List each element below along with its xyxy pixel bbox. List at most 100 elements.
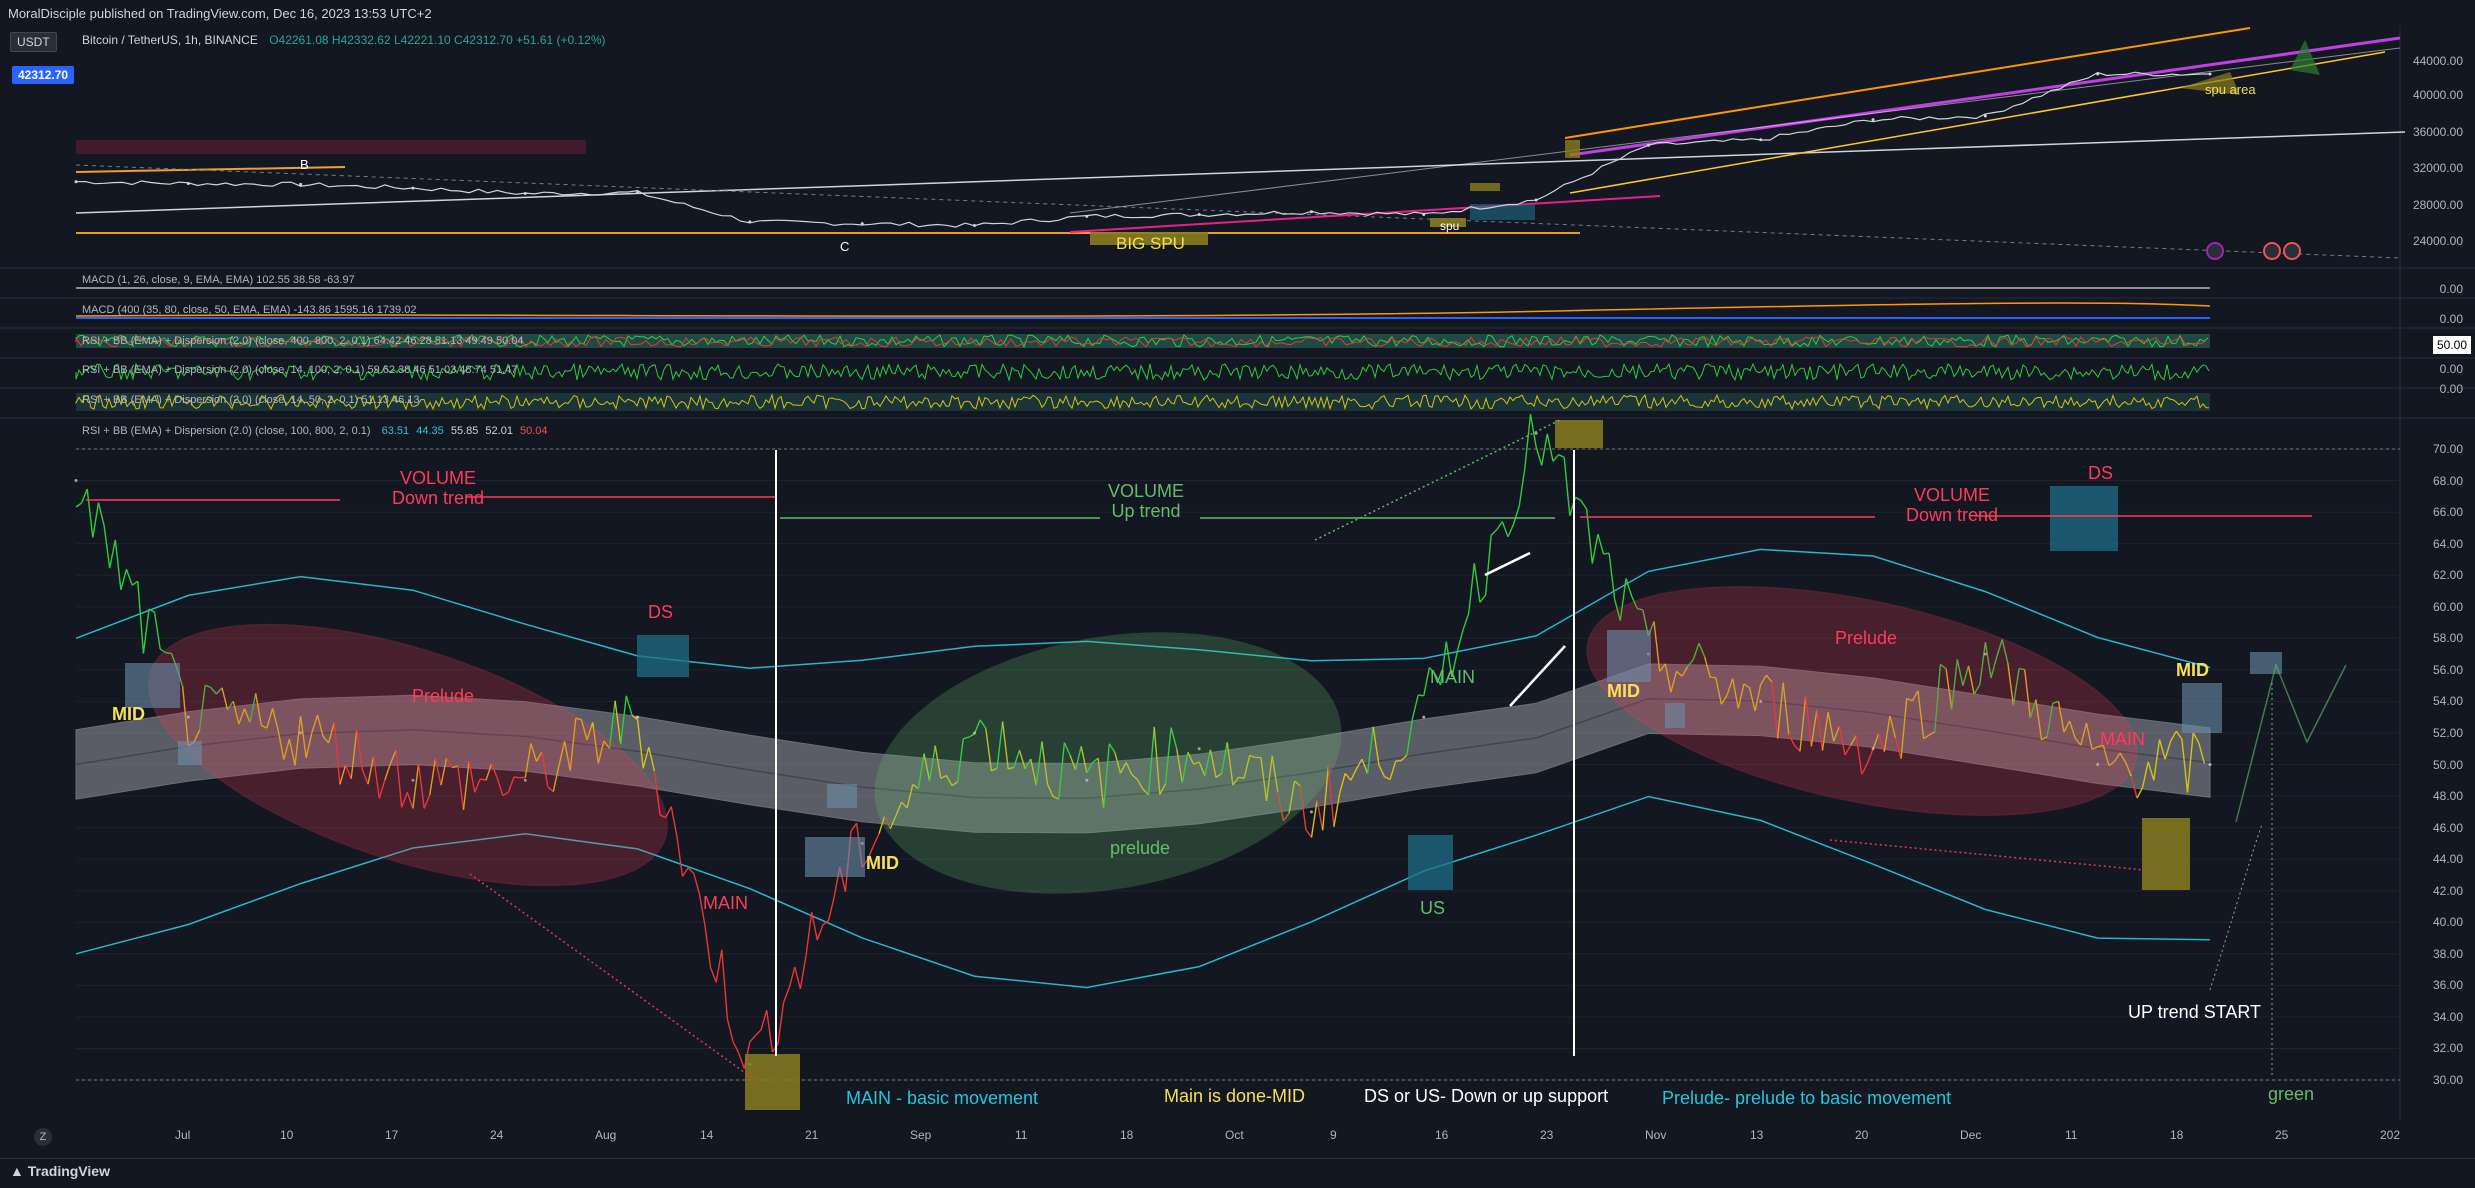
timezone-button[interactable]: Z <box>34 1128 52 1146</box>
rsi-segment <box>873 834 879 846</box>
rsi-point <box>636 716 639 719</box>
label-green: green <box>2268 1084 2314 1105</box>
rsi-tick-label: 70.00 <box>2433 442 2463 456</box>
mid-box-1b <box>178 741 202 765</box>
price-point <box>2096 73 2099 76</box>
flag-icon <box>2264 243 2280 259</box>
price-point <box>1535 198 1538 201</box>
chart-title: Bitcoin / TetherUS, 1h, BINANCE <box>82 33 258 47</box>
rsi-segment <box>626 696 632 715</box>
rsi-segment <box>727 1019 733 1042</box>
rsi-tick-label: 44.00 <box>2433 852 2463 866</box>
label-big-spu: BIG SPU <box>1116 234 1185 254</box>
rsi-segment <box>1581 501 1587 510</box>
symbol-chip[interactable]: USDT <box>10 32 57 52</box>
time-tick-label: 14 <box>700 1128 713 1142</box>
tradingview-logo: ▲ TradingView <box>10 1163 110 1179</box>
mid-box-2 <box>805 837 865 877</box>
indicator-macd2[interactable]: MACD (400 (35, 80, close, 50, EMA, EMA) … <box>82 304 416 316</box>
publisher-bar: MoralDisciple published on TradingView.c… <box>0 0 2475 26</box>
indicator-rsi2[interactable]: RSI + BB (EMA) + Dispersion (2.0) (close… <box>82 364 517 376</box>
rsi-segment <box>677 836 683 876</box>
price-point <box>1984 114 1987 117</box>
indicator-rsi-main[interactable]: RSI + BB (EMA) + Dispersion (2.0) (close… <box>82 425 548 437</box>
time-tick-label: 23 <box>1540 1128 1553 1142</box>
rsi-tick-label: 52.00 <box>2433 726 2463 740</box>
rsi-segment <box>1592 534 1598 563</box>
osc-tick-label: 0.00 <box>2440 312 2463 326</box>
time-tick-label: 13 <box>1750 1128 1763 1142</box>
green-projection <box>2290 40 2320 75</box>
rsi-tick-label: 54.00 <box>2433 694 2463 708</box>
rsi-segment <box>1469 563 1475 613</box>
rsi-tick-label: 56.00 <box>2433 663 2463 677</box>
prelude-ellipse-2 <box>855 599 1361 927</box>
rsi-segment <box>1396 761 1402 762</box>
peak-box <box>1555 420 1603 448</box>
rsi-point <box>1310 810 1313 813</box>
spu-olive-box <box>1470 183 1500 191</box>
time-tick-label: 18 <box>2170 1128 2183 1142</box>
ds-box-2 <box>2050 486 2118 551</box>
label-main-3: MAIN <box>2100 729 2145 750</box>
rsi-segment <box>121 569 127 590</box>
rsi-segment <box>127 569 133 585</box>
label-spu-area: spu area <box>2205 82 2256 97</box>
label-b: B <box>300 157 309 172</box>
rsi-segment <box>733 1042 739 1054</box>
price-point <box>187 182 190 185</box>
legend-prelude: Prelude- prelude to basic movement <box>1662 1088 1951 1109</box>
target-box <box>2250 652 2282 674</box>
label-mid-1: MID <box>112 704 145 725</box>
price-tick-label: 24000.00 <box>2413 234 2463 248</box>
chart-svg[interactable] <box>0 26 2475 1162</box>
time-tick-label: 17 <box>385 1128 398 1142</box>
chart-header: Bitcoin / TetherUS, 1h, BINANCE O42261.0… <box>82 33 605 47</box>
gap-box <box>1565 140 1580 158</box>
rsi-segment <box>1486 535 1492 595</box>
time-tick-label: 24 <box>490 1128 503 1142</box>
label-prelude-2: prelude <box>1110 838 1170 859</box>
rsi-segment <box>87 489 93 537</box>
us-box <box>1408 835 1453 890</box>
rsi-segment <box>705 926 711 968</box>
rsi-tick-label: 42.00 <box>2433 884 2463 898</box>
rsi-segment <box>1413 695 1419 718</box>
time-tick-label: Jul <box>175 1128 190 1142</box>
label-spu: spu <box>1440 219 1459 233</box>
rsi-val-3: 55.85 <box>451 425 479 437</box>
price-point <box>1085 215 1088 218</box>
purple-channel <box>1570 38 2400 155</box>
rsi-tick-label: 38.00 <box>2433 947 2463 961</box>
price-point <box>1647 144 1650 147</box>
main-box-1 <box>745 1054 800 1110</box>
spu-teal-box <box>1470 204 1535 220</box>
time-tick-label: 25 <box>2275 1128 2288 1142</box>
rsi-segment <box>93 503 99 538</box>
rsi-point <box>75 479 78 482</box>
price-point <box>524 192 527 195</box>
rsi-segment <box>1553 455 1559 462</box>
indicator-rsi1[interactable]: RSI + BB (EMA) + Dispersion (2.0) (close… <box>82 335 523 347</box>
osc-tick-label: 0.00 <box>2440 282 2463 296</box>
price-tick-label: 28000.00 <box>2413 198 2463 212</box>
indicator-rsi-main-label: RSI + BB (EMA) + Dispersion (2.0) (close… <box>82 425 371 437</box>
label-volume-down-1: VOLUME Down trend <box>392 468 484 508</box>
rsi-segment <box>115 540 121 590</box>
rsi-val-1: 63.51 <box>382 425 410 437</box>
price-point <box>1759 138 1762 141</box>
time-tick-label: Oct <box>1225 1128 1244 1142</box>
chart-area[interactable] <box>0 26 2475 1162</box>
rsi-segment <box>683 868 689 876</box>
price-point <box>748 220 751 223</box>
rsi-segment <box>104 526 110 569</box>
dashed-trend-line <box>76 165 2400 258</box>
price-tick-label: 32000.00 <box>2413 161 2463 175</box>
up-arrow-path <box>2210 824 2262 990</box>
price-point <box>1198 213 1201 216</box>
flag-icon <box>2284 243 2300 259</box>
indicator-rsi3[interactable]: RSI + BB (EMA) + Dispersion (2.0) (close… <box>82 394 420 406</box>
price-point <box>1872 118 1875 121</box>
indicator-macd1[interactable]: MACD (1, 26, close, 9, EMA, EMA) 102.55 … <box>82 274 355 286</box>
label-main-2: MAIN <box>1430 667 1475 688</box>
